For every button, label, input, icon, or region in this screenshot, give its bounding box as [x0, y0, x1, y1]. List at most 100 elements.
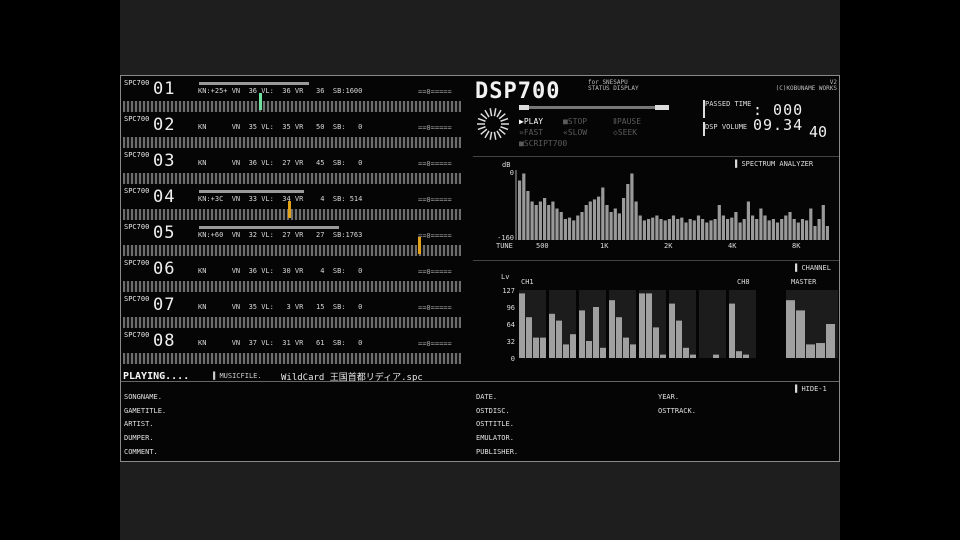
spectrum-bar [800, 219, 805, 240]
track-stats: KN VN 35 VL: 3 VR 15 SB: 0 [198, 303, 363, 311]
slow-button[interactable]: «SLOW [563, 128, 587, 137]
spectrum-bar [613, 208, 617, 240]
spectrum-bar [730, 217, 734, 240]
track-row[interactable]: SPC700 01 KN:+25+ VN 36 VL: 36 VR 36 SB:16… [123, 79, 461, 113]
spectrum-bar [580, 212, 584, 240]
stop-button[interactable]: ■STOP [563, 117, 587, 126]
dial-tick [500, 117, 509, 122]
spectrum-bar [821, 205, 825, 240]
script700-button[interactable]: ■SCRIPT700 [519, 139, 567, 148]
track-row[interactable]: SPC700 05 KN:+60 VN 32 VL: 27 VR 27 SB:176… [123, 223, 461, 257]
track-number: 07 [153, 295, 176, 315]
dumper-label: DUMPER. [124, 434, 154, 442]
channel-bar [683, 347, 689, 358]
channel-y-tick: 96 [507, 304, 515, 312]
spectrum-x-tick: 8K [792, 242, 801, 250]
spectrum-bar [547, 205, 551, 240]
spectrum-bar [538, 201, 542, 240]
piano-keyboard [123, 245, 461, 256]
piano-keyboard [123, 317, 461, 328]
track-level-bar [199, 190, 304, 193]
track-stats: KN:+3C VN 33 VL: 34 VR 4 SB: 514 [198, 195, 363, 203]
spectrum-bar [763, 215, 767, 240]
spectrum-bar [684, 222, 688, 240]
spectrum-bar [751, 215, 755, 240]
spectrum-bar [663, 220, 667, 240]
track-row[interactable]: SPC700 06 KN VN 36 VL: 30 VR 4 SB: 0 ==0===… [123, 259, 461, 293]
osttrack-label: OSTTRACK. [658, 407, 696, 415]
channel-title: ▐ CHANNEL [793, 264, 831, 272]
envelope-icon: ==0===== [418, 124, 452, 132]
track-number: 05 [153, 223, 176, 243]
active-key-marker [418, 237, 421, 254]
channel-bar [623, 337, 629, 358]
activity-dial-icon [477, 108, 509, 140]
channel-bar [570, 334, 576, 358]
envelope-icon: ==0===== [418, 340, 452, 348]
envelope-icon: ==0===== [418, 88, 452, 96]
channel-meter: Lv CH1 CH8 MASTER 127 96 64 32 0 [501, 273, 838, 362]
pause-button[interactable]: ⅡPAUSE [613, 117, 641, 126]
spectrum-bar [622, 198, 626, 240]
spectrum-bar [726, 219, 730, 240]
spectrum-bar [642, 220, 646, 240]
dial-tick [480, 113, 488, 120]
spectrum-bar [825, 226, 829, 240]
channel-bar [729, 303, 735, 358]
spectrum-bar [813, 226, 817, 240]
channel-bar [646, 293, 652, 358]
spectrum-bar [555, 208, 559, 240]
track-stats: KN VN 36 VL: 30 VR 4 SB: 0 [198, 267, 363, 275]
track-label: SPC700 [124, 259, 150, 267]
track-row[interactable]: SPC700 02 KN VN 35 VL: 35 VR 50 SB: 0 ==0==… [123, 115, 461, 149]
spectrum-bar [592, 199, 597, 240]
play-button[interactable]: ▶PLAY [519, 117, 543, 126]
track-number: 06 [153, 259, 176, 279]
spectrum-bar [559, 212, 563, 240]
track-label: SPC700 [124, 79, 150, 87]
spectrum-bar [734, 212, 738, 240]
track-label: SPC700 [124, 115, 150, 123]
track-number: 04 [153, 187, 176, 207]
copyright-label: (C)KOBUNAME WORKS [775, 85, 837, 92]
spectrum-bar [780, 219, 784, 240]
channel-lv-label: Lv [501, 273, 509, 281]
divider-spectrum [473, 156, 839, 157]
channel-ch1-label: CH1 [521, 278, 534, 286]
spectrum-bar [563, 219, 567, 240]
spectrum-bar [597, 196, 601, 240]
hide-toggle[interactable]: ▐ HIDE-1 [793, 385, 827, 393]
spectrum-analyzer: dB0 -160TUNE 500 1K 2K 4K 8K [496, 161, 829, 250]
track-row[interactable]: SPC700 04 KN:+3C VN 33 VL: 34 VR 4 SB: 514… [123, 187, 461, 221]
channel-bar [519, 293, 525, 358]
channel-y-tick: 32 [507, 338, 515, 346]
envelope-icon: ==0===== [418, 232, 452, 240]
spectrum-bar [717, 205, 721, 240]
track-row[interactable]: SPC700 07 KN VN 35 VL: 3 VR 15 SB: 0 ==0===… [123, 295, 461, 329]
spectrum-bar [647, 219, 651, 240]
channel-bar [600, 347, 606, 358]
envelope-icon: ==0===== [418, 160, 452, 168]
channel-bar [616, 317, 622, 358]
divider-info [121, 381, 839, 382]
dial-tick [498, 128, 506, 135]
seek-button[interactable]: ◇SEEK [613, 128, 637, 137]
master-bar [796, 310, 805, 358]
copyright-info: V2 (C)KOBUNAME WORKS [761, 80, 837, 92]
track-row[interactable]: SPC700 03 KN VN 36 VL: 27 VR 45 SB: 0 ==0==… [123, 151, 461, 185]
dsp-volume-value[interactable]: 40 [809, 125, 827, 140]
fast-button[interactable]: »FAST [519, 128, 543, 137]
track-label: SPC700 [124, 187, 150, 195]
track-stats: KN VN 36 VL: 27 VR 45 SB: 0 [198, 159, 363, 167]
channel-bar [630, 344, 636, 358]
track-row[interactable]: SPC700 08 KN VN 37 VL: 31 VR 61 SB: 0 ==0==… [123, 331, 461, 365]
seek-knob[interactable] [519, 105, 529, 110]
master-bar [806, 344, 815, 358]
dial-tick [493, 108, 497, 117]
track-label: SPC700 [124, 151, 150, 159]
spectrum-bar [530, 201, 534, 240]
logo-sub-line-2: STATUS DISPLAY [588, 85, 639, 92]
seek-bar[interactable] [519, 106, 669, 109]
spectrum-x-tick: 1K [600, 242, 609, 250]
spectrum-bar [696, 215, 701, 240]
